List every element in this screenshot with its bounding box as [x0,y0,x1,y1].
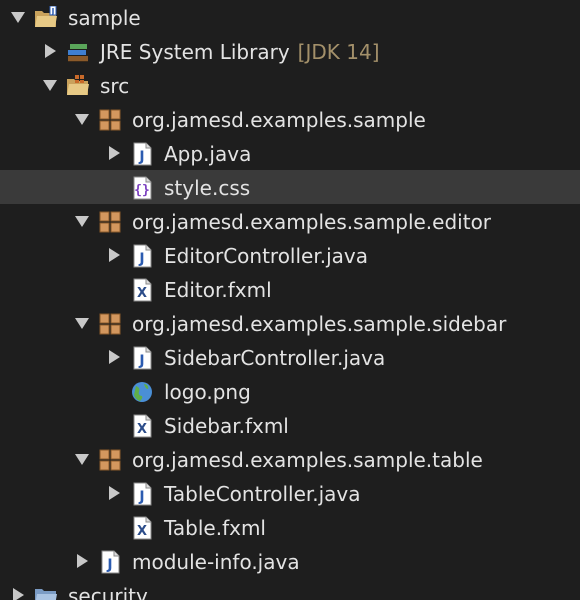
collapse-arrow-icon[interactable] [74,213,90,229]
css-file-icon: {} [130,176,154,200]
expand-arrow-icon[interactable] [42,43,58,59]
tree-item-label: SidebarController.java [164,346,386,370]
package-icon [98,108,122,132]
collapse-arrow-icon[interactable] [10,9,26,25]
tree-item-file-module-info-java[interactable]: Jmodule-info.java [0,544,580,578]
package-icon [98,448,122,472]
tree-item-file-style-css[interactable]: {} style.css [0,170,580,204]
tree-item-label: org.jamesd.examples.sample.sidebar [132,312,507,336]
java-project-folder-icon: J [34,5,58,30]
collapse-arrow-icon[interactable] [74,315,90,331]
tree-item-jre-system-library[interactable]: JRE System Library [JDK 14] [0,34,580,68]
expand-arrow-icon[interactable] [106,349,122,365]
tree-item-label: JRE System Library [JDK 14] [100,40,380,64]
collapse-arrow-icon[interactable] [42,77,58,93]
tree-item-label: security [68,584,148,600]
tree-item-package-sample-editor[interactable]: org.jamesd.examples.sample.editor [0,204,580,238]
library-books-icon [66,40,90,64]
svg-text:X: X [137,286,147,301]
expand-arrow-icon[interactable] [106,247,122,263]
tree-item-label: sample [68,6,141,30]
tree-item-label: Sidebar.fxml [164,414,289,438]
svg-text:J: J [51,7,55,16]
expand-arrow-icon[interactable] [106,485,122,501]
svg-text:J: J [138,353,144,369]
tree-item-label: App.java [164,142,252,166]
project-folder-icon [34,584,58,600]
collapse-arrow-icon[interactable] [74,451,90,467]
java-file-icon: J [130,142,154,166]
java-file-icon: J [130,346,154,370]
expand-arrow-icon[interactable] [10,587,26,600]
tree-item-label: src [100,74,130,98]
svg-text:X: X [137,524,147,539]
tree-item-file-tablecontroller-java[interactable]: J TableController.java [0,476,580,510]
tree-item-label: org.jamesd.examples.sample.table [132,448,483,472]
svg-text:J: J [138,149,144,165]
java-file-icon: J [130,482,154,506]
expand-arrow-icon[interactable] [74,553,90,569]
tree-item-package-sample-sidebar[interactable]: org.jamesd.examples.sample.sidebar [0,306,580,340]
svg-text:J: J [138,251,144,267]
svg-text:J: J [138,489,144,505]
collapse-arrow-icon[interactable] [74,111,90,127]
tree-item-file-sidebarcontroller-java[interactable]: J SidebarController.java [0,340,580,374]
tree-item-label: style.css [164,176,251,200]
tree-item-file-table-fxml[interactable]: X Table.fxml [0,510,580,544]
expand-arrow-icon[interactable] [106,145,122,161]
tree-item-file-editor-fxml[interactable]: X Editor.fxml [0,272,580,306]
tree-item-file-app-java[interactable]: J App.java [0,136,580,170]
tree-item-label: EditorController.java [164,244,368,268]
package-explorer-tree: Jsample JRE System Library [JDK 14] src org.… [0,0,580,600]
tree-item-label: org.jamesd.examples.sample [132,108,426,132]
tree-item-file-sidebar-fxml[interactable]: X Sidebar.fxml [0,408,580,442]
package-icon [98,210,122,234]
svg-text:{}: {} [134,183,150,198]
tree-item-decoration: [JDK 14] [297,40,380,64]
tree-item-label: logo.png [164,380,251,404]
tree-item-file-logo-png[interactable]: logo.png [0,374,580,408]
tree-item-package-sample-table[interactable]: org.jamesd.examples.sample.table [0,442,580,476]
xml-file-icon: X [130,414,154,438]
java-file-icon: J [130,244,154,268]
tree-item-src-folder[interactable]: src [0,68,580,102]
tree-item-package-sample[interactable]: org.jamesd.examples.sample [0,102,580,136]
tree-item-label: org.jamesd.examples.sample.editor [132,210,492,234]
tree-item-project-sample[interactable]: Jsample [0,0,580,34]
svg-text:X: X [137,422,147,437]
xml-file-icon: X [130,516,154,540]
xml-file-icon: X [130,278,154,302]
tree-item-label: module-info.java [132,550,300,574]
globe-image-icon [130,380,154,404]
package-icon [98,312,122,336]
tree-item-label: TableController.java [164,482,361,506]
source-folder-icon [66,74,90,98]
svg-text:J: J [106,557,112,573]
tree-item-project-security[interactable]: security [0,578,580,600]
tree-item-label: Table.fxml [164,516,266,540]
tree-item-file-editorcontroller-java[interactable]: J EditorController.java [0,238,580,272]
java-file-icon: J [98,550,122,574]
tree-item-label: Editor.fxml [164,278,272,302]
